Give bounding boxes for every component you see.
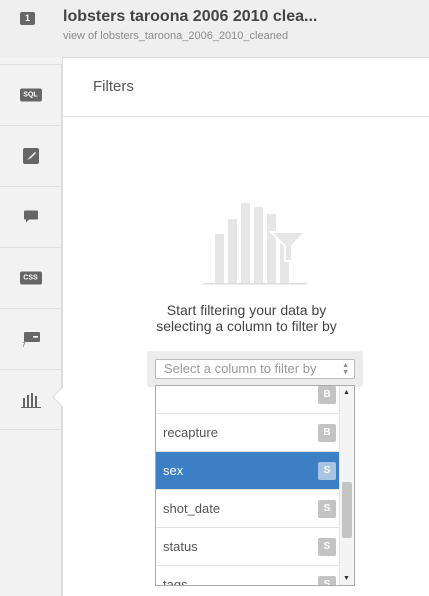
column-dropdown-list[interactable]: Brecapture Bsex Sshot_date Sstatus Stags S ▲ … <box>155 385 355 586</box>
css-tool-button[interactable]: CSS <box>0 247 61 308</box>
filters-panel: Filters Start filtering your data by sel… <box>62 57 429 596</box>
column-type-badge: B <box>318 424 336 442</box>
option-label: shot_date <box>163 501 221 516</box>
option-label: sex <box>163 463 184 478</box>
panel-divider <box>63 116 429 117</box>
option-label: status <box>163 539 198 554</box>
column-type-badge: S <box>318 576 336 585</box>
dropdown-scrollbar[interactable]: ▲ ▼ <box>339 386 354 585</box>
scroll-up-icon[interactable]: ▲ <box>343 389 350 396</box>
panel-title: Filters <box>93 78 134 95</box>
dropdown-option[interactable]: shot_date S <box>156 490 340 528</box>
dropdown-option[interactable]: sex S <box>156 452 340 490</box>
empty-state-line-1: Start filtering your data by <box>166 302 327 318</box>
view-count-badge: 1 <box>20 12 35 25</box>
sql-icon: SQL <box>19 88 42 102</box>
filters-tool-button[interactable] <box>0 369 61 430</box>
left-toolbar: SQL CSS ? <box>0 64 62 596</box>
legend-tool-button[interactable]: ? <box>0 308 61 369</box>
infowindow-tool-button[interactable] <box>0 186 61 247</box>
select-arrows-icon: ▲ ▼ <box>342 362 349 376</box>
legend-icon: ? <box>22 332 40 347</box>
dataset-title[interactable]: lobsters taroona 2006 2010 clea... <box>63 8 317 26</box>
column-type-badge: S <box>318 500 336 518</box>
dataset-subtitle: view of lobsters_taroona_2006_2010_clean… <box>63 30 289 42</box>
empty-state-message: Start filtering your data by selecting a… <box>63 302 429 334</box>
style-tool-button[interactable] <box>0 125 61 186</box>
filter-histogram-illustration <box>203 203 307 285</box>
column-type-badge: S <box>318 538 336 556</box>
column-select-placeholder: Select a column to filter by <box>164 361 317 376</box>
scroll-down-icon[interactable]: ▼ <box>343 575 350 582</box>
dropdown-option[interactable]: B <box>156 386 340 414</box>
column-select-container: Select a column to filter by ▲ ▼ <box>147 351 363 387</box>
speech-bubble-icon <box>23 210 38 223</box>
dropdown-option[interactable]: recapture B <box>156 414 340 452</box>
css-icon: CSS <box>19 271 42 285</box>
sql-tool-button[interactable]: SQL <box>0 64 61 125</box>
option-label: recapture <box>163 425 218 440</box>
option-label: tags <box>163 577 188 586</box>
dropdown-option[interactable]: status S <box>156 528 340 566</box>
svg-text:?: ? <box>22 341 26 347</box>
header-bar: 1 lobsters taroona 2006 2010 clea... vie… <box>0 0 429 57</box>
column-type-badge: B <box>318 386 336 404</box>
empty-state-line-2: selecting a column to filter by <box>156 318 337 334</box>
column-type-badge: S <box>318 462 336 480</box>
histogram-icon <box>20 392 41 408</box>
scroll-thumb[interactable] <box>342 482 352 538</box>
column-select[interactable]: Select a column to filter by ▲ ▼ <box>155 359 355 379</box>
dropdown-options: Brecapture Bsex Sshot_date Sstatus Stags S <box>156 386 340 586</box>
dropdown-option[interactable]: tags S <box>156 566 340 586</box>
paintbrush-icon <box>22 148 39 164</box>
